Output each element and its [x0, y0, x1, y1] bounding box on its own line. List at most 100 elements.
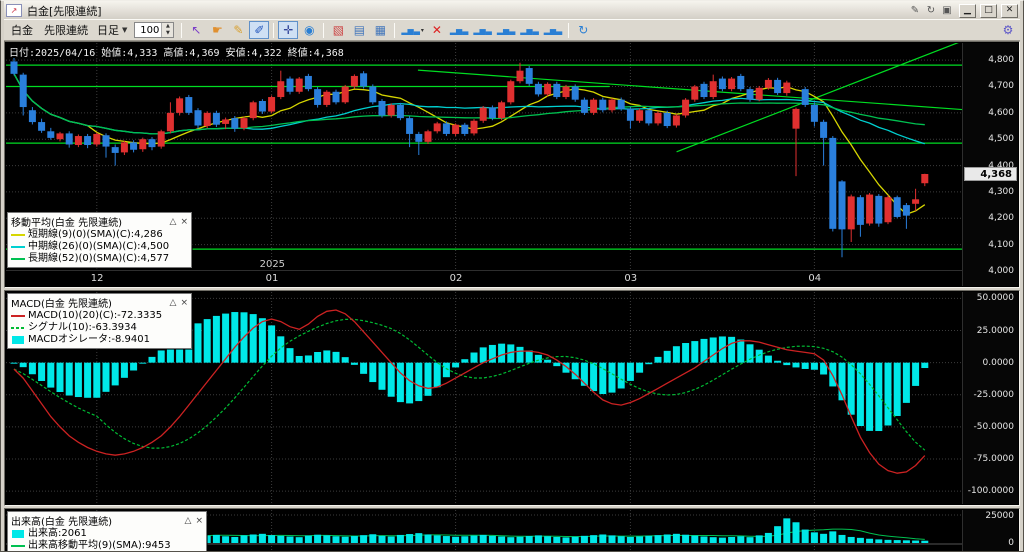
x-axis-month-label: 04	[808, 273, 821, 284]
price-axis-tick: 4,000	[988, 266, 1014, 276]
legend-swatch-line-icon	[11, 255, 25, 263]
macd-axis-tick: -50.0000	[974, 422, 1014, 432]
toolbar-icon-group: ↖☛✎✐✛◉▧▤▦▂▅▃▾✕▂▅▃▂▅▃▂▅▃▂▅▃▂▅▃↻	[186, 21, 593, 39]
window-title: 白金[先限連続]	[25, 3, 102, 19]
remove-indicator-icon[interactable]: ✕	[427, 21, 447, 39]
legend-item: シグナル(10):-63.3934	[11, 322, 188, 334]
period-dropdown[interactable]: 日足 ▼	[94, 22, 130, 38]
legend-title: 出来高(白金 先限連続)	[11, 513, 181, 528]
reload-icon: ↻	[578, 23, 588, 37]
close-button[interactable]: ✕	[1001, 4, 1018, 18]
macd-axis-tick: 50.0000	[977, 293, 1014, 303]
new-chart-window-icon[interactable]: ▧	[328, 21, 348, 39]
chart-window: ↗ 白金[先限連続] ✎↻▣ ▁ □ ✕ 白金 先限連続 日足 ▼ 100 ▲ …	[0, 0, 1024, 552]
grid-2x2-icon: ▤	[354, 23, 365, 37]
toolbar-separator	[323, 23, 324, 38]
pencil-icon[interactable]: ✎	[907, 4, 923, 17]
price-panel: 2025 1201020304 4,8004,7004,6004,5004,40…	[4, 41, 1020, 288]
price-axis-tick: 4,600	[988, 108, 1014, 118]
zoom-circle-icon: ◉	[304, 23, 314, 37]
legend-swatch-line-icon	[11, 231, 25, 239]
remove-indicator-icon: ✕	[432, 23, 442, 37]
legend-swatch-line-icon	[11, 243, 25, 251]
legend-collapse-button[interactable]: △	[170, 217, 177, 227]
legend-swatch-block-icon	[11, 336, 25, 344]
stepper-buttons: ▲ ▼	[161, 23, 173, 37]
volume-axis-tick: 25000	[985, 511, 1014, 521]
minimize-button[interactable]: ▁	[959, 4, 976, 18]
stepper-up-icon[interactable]: ▲	[162, 23, 173, 30]
indicator-preset-2-icon[interactable]: ▂▅▃	[471, 21, 493, 39]
cascade-windows-icon[interactable]: ▣	[939, 4, 955, 17]
toolbar: 白金 先限連続 日足 ▼ 100 ▲ ▼ ↖☛✎✐✛◉▧▤▦▂▅▃▾✕▂▅▃▂▅…	[4, 19, 1020, 41]
legend-item-label: MACDオシレータ:-8.9401	[28, 334, 150, 346]
maximize-button[interactable]: □	[980, 4, 997, 18]
legend-item-label: 中期線(26)(0)(SMA)(C):4,500	[28, 241, 169, 253]
grid-3x3-icon[interactable]: ▦	[370, 21, 390, 39]
legend-item-label: 長期線(52)(0)(SMA)(C):4,577	[28, 253, 169, 265]
indicator-preset-5-icon[interactable]: ▂▅▃	[542, 21, 564, 39]
titlebar[interactable]: ↗ 白金[先限連続] ✎↻▣ ▁ □ ✕	[4, 1, 1020, 19]
price-axis-tick: 4,500	[988, 134, 1014, 144]
bar-count-stepper[interactable]: 100 ▲ ▼	[134, 22, 174, 38]
grid-2x2-icon[interactable]: ▤	[349, 21, 369, 39]
select-cursor-icon: ↖	[191, 23, 201, 37]
chart-type-icon: ▂▅▃	[401, 26, 419, 35]
indicator-preset-4-icon[interactable]: ▂▅▃	[518, 21, 540, 39]
new-chart-window-icon: ▧	[333, 23, 344, 37]
legend-item: 出来高移動平均(9)(SMA):9453	[11, 540, 203, 552]
x-axis-month-label: 01	[266, 273, 279, 284]
pencil-draw-icon: ✎	[233, 23, 243, 37]
chevron-down-icon: ▾	[421, 27, 424, 34]
chart-type-icon[interactable]: ▂▅▃▾	[399, 21, 425, 39]
line-draw-icon: ✐	[254, 23, 264, 37]
legend-title-row: 移動平均(白金 先限連続) △×	[11, 214, 188, 229]
indicator-preset-3-icon: ▂▅▃	[497, 26, 515, 35]
toolbar-separator	[181, 23, 182, 38]
price-axis: 4,8004,7004,6004,5004,4004,3004,2004,100…	[962, 43, 1018, 286]
contract-label: 先限連続	[39, 22, 93, 38]
legend-close-button[interactable]: ×	[195, 516, 203, 526]
zoom-circle-icon[interactable]: ◉	[299, 21, 319, 39]
crosshair-pointer-icon[interactable]: ✛	[278, 21, 298, 39]
legend-collapse-button[interactable]: △	[185, 516, 192, 526]
indicator-preset-4-icon: ▂▅▃	[520, 26, 538, 35]
macd-axis-tick: 0.0000	[983, 358, 1015, 368]
wrench-settings-icon[interactable]: ⚙	[998, 21, 1018, 39]
indicator-preset-3-icon[interactable]: ▂▅▃	[495, 21, 517, 39]
volume-axis: 25000 0	[962, 510, 1018, 552]
x-axis-month-label: 03	[624, 273, 637, 284]
chart-content: 2025 1201020304 4,8004,7004,6004,5004,40…	[4, 41, 1020, 552]
legend-item-label: 出来高:2061	[28, 528, 87, 540]
ma-legend: 移動平均(白金 先限連続) △× 短期線(9)(0)(SMA)(C):4,286中期…	[7, 212, 192, 268]
macd-legend: MACD(白金 先限連続)△×MACD(10)(20)(C):-72.3335シ…	[7, 293, 192, 349]
legend-item-label: 短期線(9)(0)(SMA)(C):4,286	[28, 229, 163, 241]
toolbar-separator	[273, 23, 274, 38]
legend-item-label: 出来高移動平均(9)(SMA):9453	[28, 540, 171, 552]
line-draw-icon[interactable]: ✐	[249, 21, 269, 39]
toolbar-separator	[394, 23, 395, 38]
price-axis-tick: 4,100	[988, 240, 1014, 250]
stepper-down-icon[interactable]: ▼	[162, 30, 173, 37]
legend-item: 短期線(9)(0)(SMA)(C):4,286	[11, 229, 188, 241]
legend-item: MACD(10)(20)(C):-72.3335	[11, 310, 188, 322]
toolbar-separator	[568, 23, 569, 38]
reload-icon[interactable]: ↻	[573, 21, 593, 39]
select-cursor-icon[interactable]: ↖	[186, 21, 206, 39]
legend-close-button[interactable]: ×	[180, 298, 188, 308]
pencil-draw-icon[interactable]: ✎	[228, 21, 248, 39]
rotate-icon[interactable]: ↻	[923, 4, 939, 17]
macd-axis-tick: -75.0000	[974, 454, 1014, 464]
legend-item: 出来高:2061	[11, 528, 203, 540]
pan-hand-icon[interactable]: ☛	[207, 21, 227, 39]
volume-axis-tick: 0	[1008, 538, 1014, 548]
indicator-preset-1-icon[interactable]: ▂▅▃	[448, 21, 470, 39]
legend-item: 中期線(26)(0)(SMA)(C):4,500	[11, 241, 188, 253]
legend-title: 移動平均(白金 先限連続)	[11, 214, 166, 229]
legend-close-button[interactable]: ×	[180, 217, 188, 227]
legend-collapse-button[interactable]: △	[170, 298, 177, 308]
volume-legend: 出来高(白金 先限連続) △× 出来高:2061出来高移動平均(9)(SMA):94…	[7, 511, 207, 552]
legend-title-row: MACD(白金 先限連続)△×	[11, 295, 188, 310]
current-price-badge: 4,368	[964, 167, 1017, 181]
legend-swatch-block-icon	[11, 530, 25, 538]
